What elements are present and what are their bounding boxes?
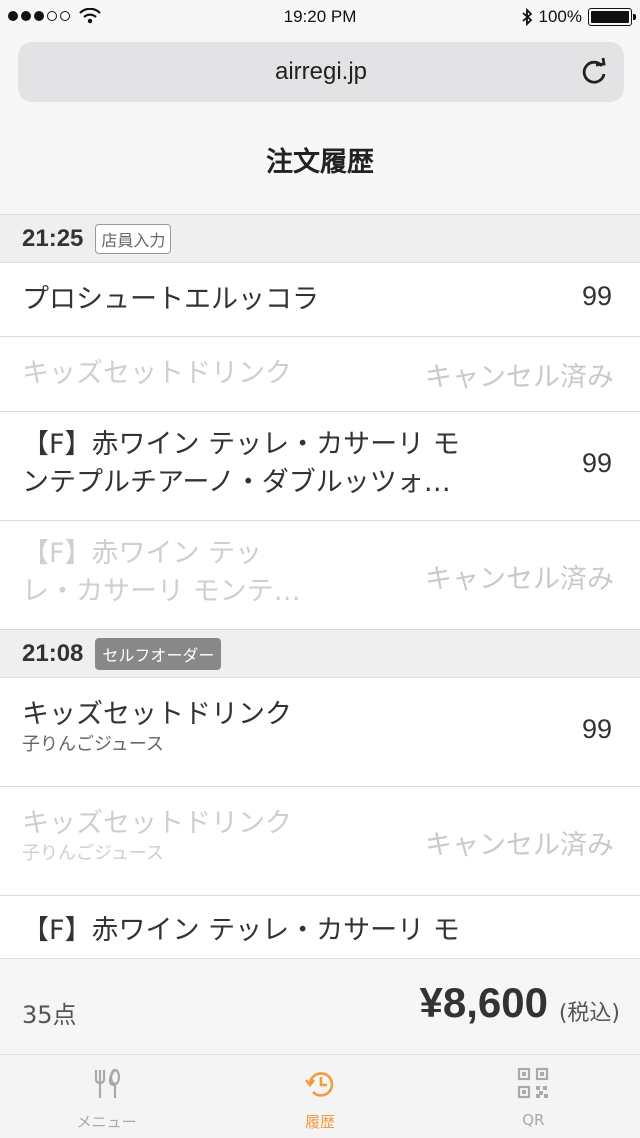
item-count: 35点 <box>22 1001 77 1029</box>
tab-history[interactable]: 履歴 <box>213 1055 426 1138</box>
order-summary: 35点 ¥8,600 (税込) <box>0 958 640 1054</box>
tab-label: QR <box>522 1111 545 1129</box>
tab-qr[interactable]: QR <box>427 1055 640 1138</box>
item-name: 【F】赤ワイン テッレ・カサーリ モ <box>22 915 460 946</box>
status-bar: 19:20 PM 100% <box>0 0 640 36</box>
order-history-list[interactable]: 21:25 店員入力 プロシュートエルッコラ 99 キッズセットドリンク キャン… <box>0 214 640 958</box>
item-name: プロシュートエルッコラ <box>22 284 319 315</box>
battery-percent: 100% <box>538 7 582 26</box>
battery-icon <box>588 8 636 26</box>
list-item[interactable]: 【F】赤ワイン テッ レ・カサーリ モンテ… キャンセル済み <box>0 521 640 630</box>
list-item[interactable]: キッズセットドリンク キャンセル済み <box>0 337 640 412</box>
item-name-cont: ンテプルチアーノ・ダブルッツォ… <box>22 467 451 498</box>
fork-knife-icon <box>94 1068 120 1098</box>
list-item[interactable]: 【F】赤ワイン テッレ・カサーリ モ <box>0 896 640 958</box>
url-text: airregi.jp <box>274 58 368 85</box>
section-header: 21:25 店員入力 <box>0 215 640 263</box>
tab-menu[interactable]: メニュー <box>0 1055 213 1138</box>
bluetooth-icon <box>521 8 532 26</box>
tab-label: 履歴 <box>304 1113 335 1131</box>
page-title: 注文履歴 <box>266 147 374 178</box>
staff-input-badge: 店員入力 <box>95 223 172 254</box>
qr-code-icon <box>518 1067 549 1099</box>
item-name: 【F】赤ワイン テッレ・カサーリ モ <box>22 429 460 460</box>
item-qty: 99 <box>581 448 612 478</box>
list-item[interactable]: プロシュートエルッコラ 99 <box>0 263 640 337</box>
history-icon <box>304 1072 334 1097</box>
section-header: 21:08 セルフオーダー <box>0 630 640 678</box>
reload-icon[interactable] <box>578 56 610 88</box>
cancelled-status: キャンセル済み <box>425 830 614 861</box>
order-time: 21:08 <box>22 639 84 667</box>
address-bar[interactable]: airregi.jp <box>18 42 624 102</box>
list-item[interactable]: キッズセットドリンク 子りんごジュース 99 <box>0 678 640 787</box>
item-option: 子りんごジュース <box>22 734 164 755</box>
tax-note: (税込) <box>558 1001 620 1026</box>
item-qty: 99 <box>581 714 612 744</box>
cancelled-status: キャンセル済み <box>425 564 614 595</box>
total-amount: ¥8,600 <box>419 979 548 1026</box>
status-right: 100% <box>521 7 636 27</box>
list-item[interactable]: キッズセットドリンク 子りんごジュース キャンセル済み <box>0 787 640 896</box>
tab-bar: メニュー 履歴 QR <box>0 1054 640 1138</box>
list-item[interactable]: 【F】赤ワイン テッレ・カサーリ モ ンテプルチアーノ・ダブルッツォ… 99 <box>0 412 640 521</box>
item-qty: 99 <box>581 281 612 311</box>
tab-label: メニュー <box>76 1113 137 1131</box>
self-order-badge: セルフオーダー <box>95 637 222 670</box>
cancelled-status: キャンセル済み <box>425 362 614 393</box>
order-time: 21:25 <box>22 224 84 252</box>
item-name: キッズセットドリンク <box>22 699 292 730</box>
